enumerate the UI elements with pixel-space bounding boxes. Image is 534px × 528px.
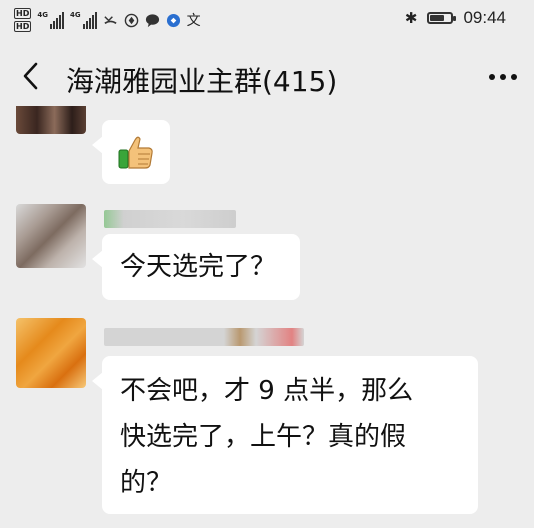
missed-call-icon — [103, 15, 117, 24]
hd-badges: HD HD — [14, 8, 32, 32]
network-type-sim2: 4G — [69, 11, 81, 19]
signal-sim1-icon: 4G — [37, 11, 64, 29]
hd-badge-sim1: HD — [14, 8, 32, 19]
avatar[interactable] — [16, 204, 86, 268]
status-time: 09:44 — [463, 8, 506, 27]
status-right: ✱ 09:44 — [405, 8, 506, 28]
signal-sim2-icon: 4G — [70, 11, 97, 29]
status-left: HD HD 4G 4G 文 — [14, 8, 201, 32]
hd-badge-sim2: HD — [14, 21, 32, 32]
translate-icon: 文 — [186, 13, 201, 29]
message-list[interactable]: 今天选完了？ 不会吧，才 9 点半，那么 快选完了，上午？真的假 的？ — [0, 106, 534, 528]
chevron-left-icon[interactable] — [18, 59, 44, 93]
thumbs-up-icon — [118, 136, 153, 169]
message-bubble[interactable]: 今天选完了？ — [92, 234, 300, 300]
chat-header: 海潮雅园业主群(415) — [0, 46, 534, 106]
status-bar: HD HD 4G 4G 文 ✱ 09:44 — [0, 0, 534, 40]
sender-name-blurred — [104, 210, 236, 228]
browser-icon — [124, 13, 138, 27]
bluetooth-icon: ✱ — [404, 9, 418, 27]
message-bubble[interactable]: 不会吧，才 9 点半，那么 快选完了，上午？真的假 的？ — [92, 356, 478, 514]
more-dots-icon[interactable] — [486, 60, 520, 94]
avatar[interactable] — [16, 318, 86, 388]
avatar[interactable] — [16, 106, 86, 134]
message-text: 今天选完了？ — [120, 252, 277, 282]
network-type-sim1: 4G — [37, 11, 48, 19]
chat-bubble-icon — [145, 13, 159, 27]
battery-level — [430, 15, 445, 21]
message-line: 不会吧，才 9 点半，那么 — [120, 376, 414, 406]
app-icon — [166, 13, 180, 27]
chat-title: 海潮雅园业主群(415) — [66, 65, 338, 98]
sender-name-blurred — [104, 328, 304, 346]
message-line: 快选完了，上午？真的假 — [120, 422, 407, 452]
sticker-bubble[interactable] — [92, 120, 170, 184]
message-line: 的？ — [120, 468, 173, 498]
battery-icon — [427, 12, 457, 24]
